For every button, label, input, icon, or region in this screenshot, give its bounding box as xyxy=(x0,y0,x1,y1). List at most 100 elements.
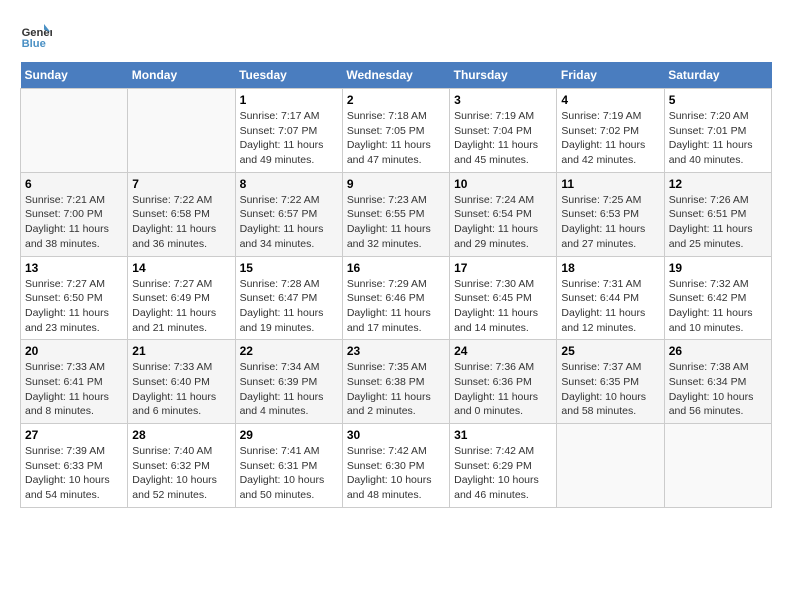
day-number: 5 xyxy=(669,93,767,107)
calendar-cell: 2 Sunrise: 7:18 AM Sunset: 7:05 PM Dayli… xyxy=(342,89,449,173)
day-info: Sunrise: 7:22 AM Sunset: 6:58 PM Dayligh… xyxy=(132,193,230,252)
calendar-week-row: 27 Sunrise: 7:39 AM Sunset: 6:33 PM Dayl… xyxy=(21,424,772,508)
day-info: Sunrise: 7:34 AM Sunset: 6:39 PM Dayligh… xyxy=(240,360,338,419)
day-info: Sunrise: 7:33 AM Sunset: 6:41 PM Dayligh… xyxy=(25,360,123,419)
sunrise-text: Sunrise: 7:42 AM xyxy=(347,445,427,457)
day-info: Sunrise: 7:27 AM Sunset: 6:49 PM Dayligh… xyxy=(132,277,230,336)
calendar-cell: 16 Sunrise: 7:29 AM Sunset: 6:46 PM Dayl… xyxy=(342,256,449,340)
daylight-text: Daylight: 11 hours and 0 minutes. xyxy=(454,391,538,418)
sunrise-text: Sunrise: 7:41 AM xyxy=(240,445,320,457)
calendar-cell: 31 Sunrise: 7:42 AM Sunset: 6:29 PM Dayl… xyxy=(450,424,557,508)
day-of-week-header: Sunday xyxy=(21,62,128,89)
calendar-cell: 27 Sunrise: 7:39 AM Sunset: 6:33 PM Dayl… xyxy=(21,424,128,508)
sunrise-text: Sunrise: 7:29 AM xyxy=(347,278,427,290)
day-info: Sunrise: 7:37 AM Sunset: 6:35 PM Dayligh… xyxy=(561,360,659,419)
calendar-week-row: 6 Sunrise: 7:21 AM Sunset: 7:00 PM Dayli… xyxy=(21,172,772,256)
sunrise-text: Sunrise: 7:37 AM xyxy=(561,361,641,373)
day-info: Sunrise: 7:32 AM Sunset: 6:42 PM Dayligh… xyxy=(669,277,767,336)
daylight-text: Daylight: 11 hours and 12 minutes. xyxy=(561,307,645,334)
sunrise-text: Sunrise: 7:32 AM xyxy=(669,278,749,290)
sunset-text: Sunset: 7:07 PM xyxy=(240,125,318,137)
sunset-text: Sunset: 6:38 PM xyxy=(347,376,425,388)
sunset-text: Sunset: 6:36 PM xyxy=(454,376,532,388)
daylight-text: Daylight: 11 hours and 23 minutes. xyxy=(25,307,109,334)
sunrise-text: Sunrise: 7:42 AM xyxy=(454,445,534,457)
sunrise-text: Sunrise: 7:33 AM xyxy=(25,361,105,373)
daylight-text: Daylight: 11 hours and 49 minutes. xyxy=(240,139,324,166)
day-number: 24 xyxy=(454,344,552,358)
sunrise-text: Sunrise: 7:40 AM xyxy=(132,445,212,457)
calendar-cell: 8 Sunrise: 7:22 AM Sunset: 6:57 PM Dayli… xyxy=(235,172,342,256)
day-of-week-header: Monday xyxy=(128,62,235,89)
calendar-cell xyxy=(664,424,771,508)
sunrise-text: Sunrise: 7:19 AM xyxy=(454,110,534,122)
day-info: Sunrise: 7:24 AM Sunset: 6:54 PM Dayligh… xyxy=(454,193,552,252)
calendar-cell: 3 Sunrise: 7:19 AM Sunset: 7:04 PM Dayli… xyxy=(450,89,557,173)
sunrise-text: Sunrise: 7:23 AM xyxy=(347,194,427,206)
day-info: Sunrise: 7:20 AM Sunset: 7:01 PM Dayligh… xyxy=(669,109,767,168)
daylight-text: Daylight: 10 hours and 50 minutes. xyxy=(240,474,325,501)
day-number: 11 xyxy=(561,177,659,191)
calendar-cell: 25 Sunrise: 7:37 AM Sunset: 6:35 PM Dayl… xyxy=(557,340,664,424)
daylight-text: Daylight: 11 hours and 34 minutes. xyxy=(240,223,324,250)
daylight-text: Daylight: 10 hours and 54 minutes. xyxy=(25,474,110,501)
day-number: 18 xyxy=(561,261,659,275)
day-number: 1 xyxy=(240,93,338,107)
calendar-cell: 17 Sunrise: 7:30 AM Sunset: 6:45 PM Dayl… xyxy=(450,256,557,340)
calendar-week-row: 1 Sunrise: 7:17 AM Sunset: 7:07 PM Dayli… xyxy=(21,89,772,173)
day-number: 2 xyxy=(347,93,445,107)
sunrise-text: Sunrise: 7:38 AM xyxy=(669,361,749,373)
day-number: 17 xyxy=(454,261,552,275)
sunrise-text: Sunrise: 7:19 AM xyxy=(561,110,641,122)
daylight-text: Daylight: 11 hours and 38 minutes. xyxy=(25,223,109,250)
day-number: 15 xyxy=(240,261,338,275)
day-number: 29 xyxy=(240,428,338,442)
sunset-text: Sunset: 6:41 PM xyxy=(25,376,103,388)
day-info: Sunrise: 7:40 AM Sunset: 6:32 PM Dayligh… xyxy=(132,444,230,503)
day-info: Sunrise: 7:29 AM Sunset: 6:46 PM Dayligh… xyxy=(347,277,445,336)
sunset-text: Sunset: 7:00 PM xyxy=(25,208,103,220)
day-number: 10 xyxy=(454,177,552,191)
daylight-text: Daylight: 10 hours and 48 minutes. xyxy=(347,474,432,501)
sunset-text: Sunset: 6:57 PM xyxy=(240,208,318,220)
daylight-text: Daylight: 11 hours and 47 minutes. xyxy=(347,139,431,166)
sunrise-text: Sunrise: 7:18 AM xyxy=(347,110,427,122)
daylight-text: Daylight: 11 hours and 8 minutes. xyxy=(25,391,109,418)
day-info: Sunrise: 7:22 AM Sunset: 6:57 PM Dayligh… xyxy=(240,193,338,252)
sunset-text: Sunset: 6:31 PM xyxy=(240,460,318,472)
day-of-week-header: Saturday xyxy=(664,62,771,89)
daylight-text: Daylight: 11 hours and 25 minutes. xyxy=(669,223,753,250)
day-info: Sunrise: 7:19 AM Sunset: 7:04 PM Dayligh… xyxy=(454,109,552,168)
day-info: Sunrise: 7:21 AM Sunset: 7:00 PM Dayligh… xyxy=(25,193,123,252)
sunrise-text: Sunrise: 7:25 AM xyxy=(561,194,641,206)
calendar-cell: 26 Sunrise: 7:38 AM Sunset: 6:34 PM Dayl… xyxy=(664,340,771,424)
sunset-text: Sunset: 6:29 PM xyxy=(454,460,532,472)
calendar-cell xyxy=(128,89,235,173)
sunset-text: Sunset: 7:04 PM xyxy=(454,125,532,137)
logo-icon: General Blue xyxy=(20,20,52,52)
calendar-cell: 5 Sunrise: 7:20 AM Sunset: 7:01 PM Dayli… xyxy=(664,89,771,173)
day-info: Sunrise: 7:33 AM Sunset: 6:40 PM Dayligh… xyxy=(132,360,230,419)
calendar-cell: 11 Sunrise: 7:25 AM Sunset: 6:53 PM Dayl… xyxy=(557,172,664,256)
daylight-text: Daylight: 11 hours and 21 minutes. xyxy=(132,307,216,334)
svg-text:Blue: Blue xyxy=(22,38,46,50)
day-number: 25 xyxy=(561,344,659,358)
sunset-text: Sunset: 6:53 PM xyxy=(561,208,639,220)
day-number: 14 xyxy=(132,261,230,275)
daylight-text: Daylight: 11 hours and 42 minutes. xyxy=(561,139,645,166)
calendar-cell xyxy=(21,89,128,173)
day-number: 6 xyxy=(25,177,123,191)
day-info: Sunrise: 7:31 AM Sunset: 6:44 PM Dayligh… xyxy=(561,277,659,336)
page-header: General Blue xyxy=(20,20,772,52)
calendar-cell: 15 Sunrise: 7:28 AM Sunset: 6:47 PM Dayl… xyxy=(235,256,342,340)
sunset-text: Sunset: 6:30 PM xyxy=(347,460,425,472)
daylight-text: Daylight: 11 hours and 36 minutes. xyxy=(132,223,216,250)
daylight-text: Daylight: 11 hours and 45 minutes. xyxy=(454,139,538,166)
day-info: Sunrise: 7:42 AM Sunset: 6:30 PM Dayligh… xyxy=(347,444,445,503)
sunrise-text: Sunrise: 7:34 AM xyxy=(240,361,320,373)
sunrise-text: Sunrise: 7:26 AM xyxy=(669,194,749,206)
sunset-text: Sunset: 6:54 PM xyxy=(454,208,532,220)
day-info: Sunrise: 7:39 AM Sunset: 6:33 PM Dayligh… xyxy=(25,444,123,503)
day-info: Sunrise: 7:18 AM Sunset: 7:05 PM Dayligh… xyxy=(347,109,445,168)
calendar-table: SundayMondayTuesdayWednesdayThursdayFrid… xyxy=(20,62,772,508)
